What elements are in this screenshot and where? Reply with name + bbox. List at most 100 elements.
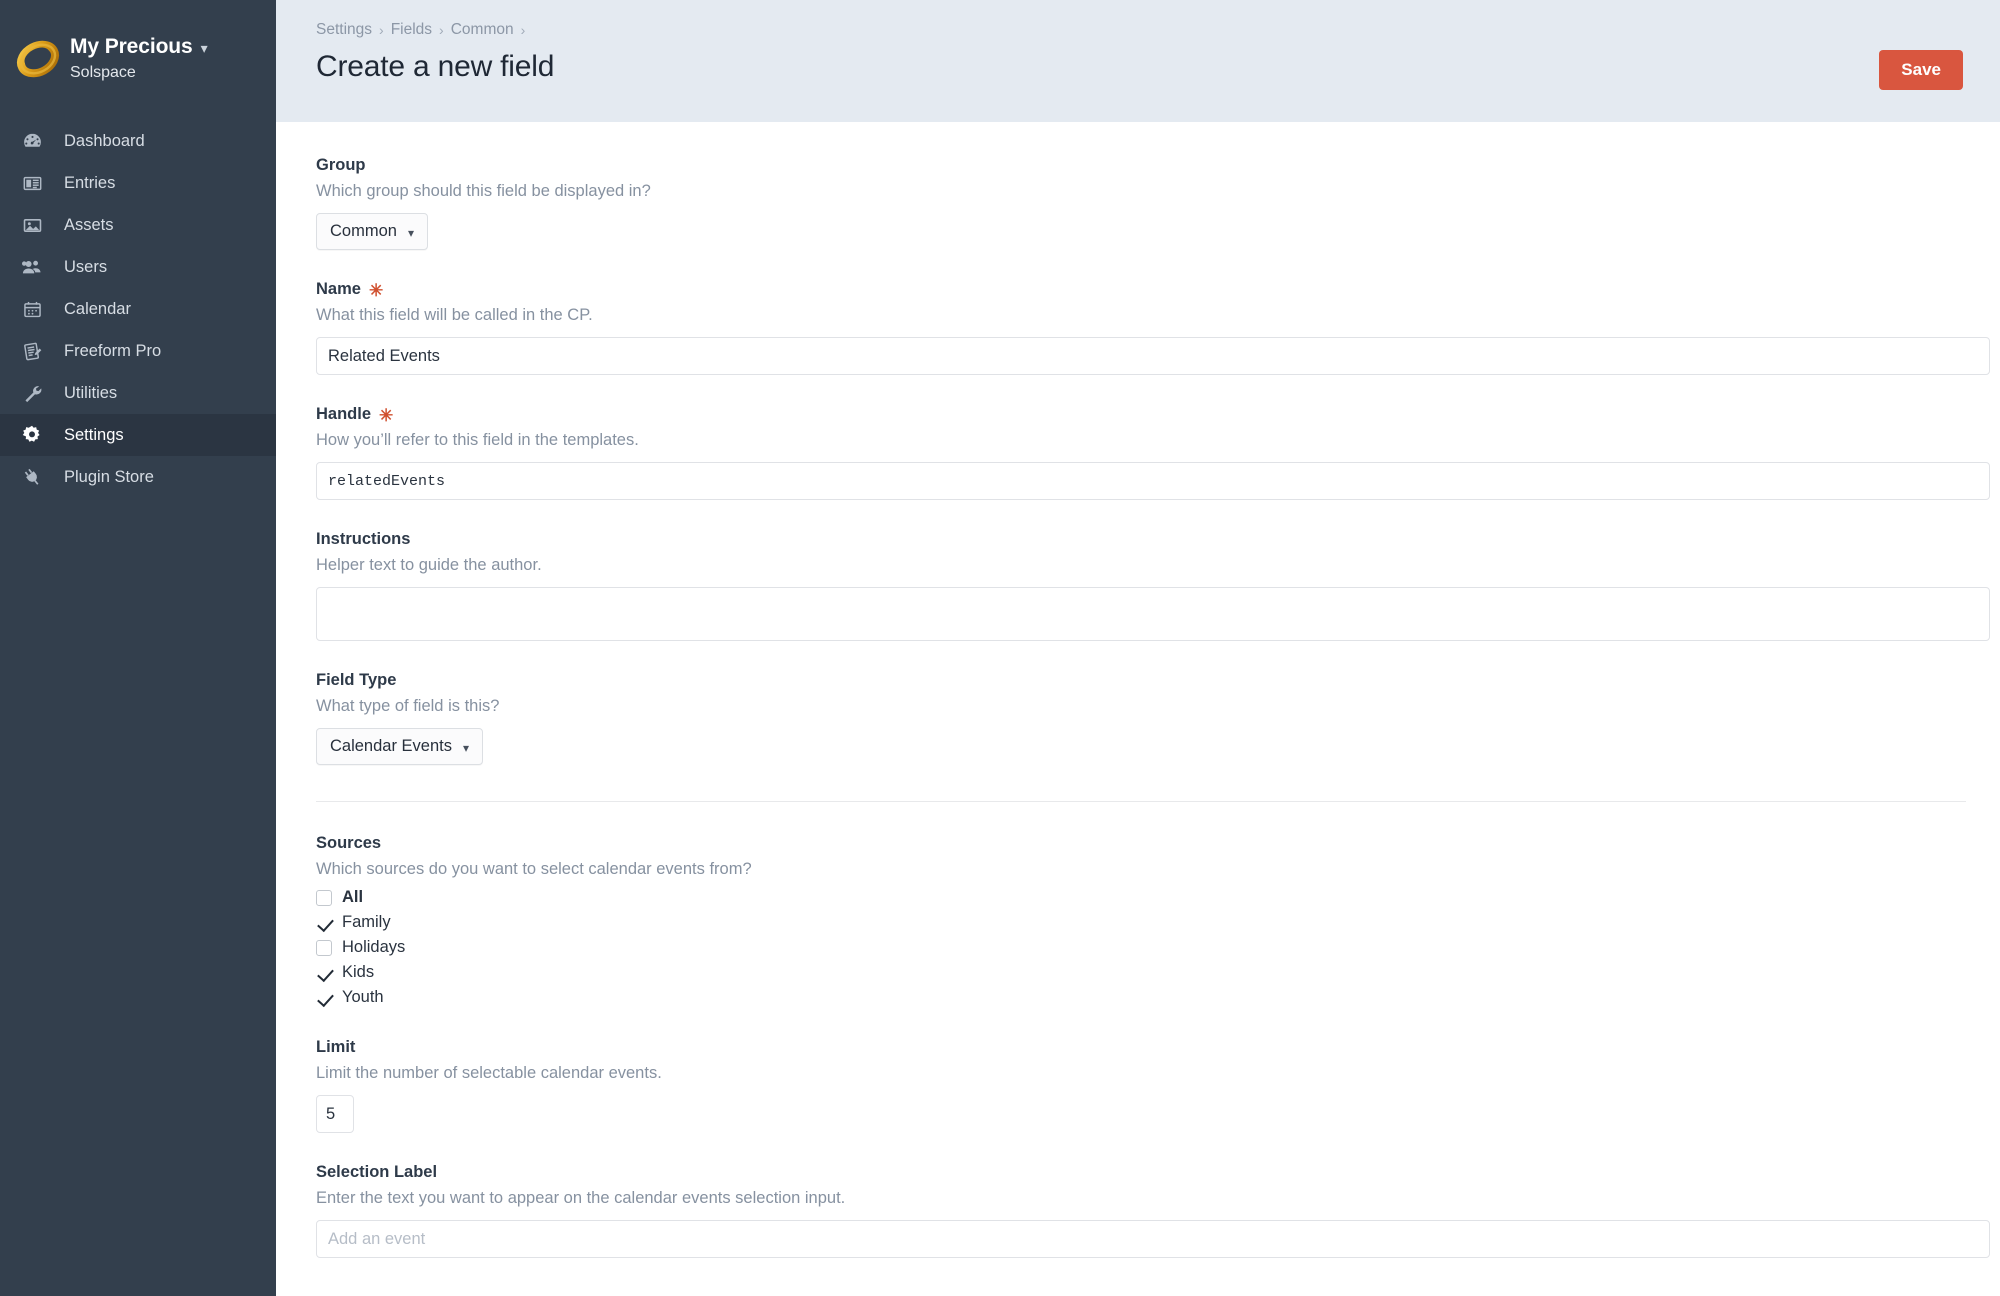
section-divider — [316, 801, 1966, 802]
main-content: Settings › Fields › Common › Create a ne… — [276, 0, 2000, 1296]
handle-instructions: How you’ll refer to this field in the te… — [316, 431, 639, 449]
sidebar-item-plugin-store[interactable]: Plugin Store — [0, 456, 276, 498]
breadcrumb-separator: › — [520, 22, 526, 38]
group-label: Group — [316, 156, 366, 174]
field-sources: Sources Which sources do you want to sel… — [316, 832, 1960, 1010]
group-select-value: Common — [330, 222, 397, 240]
gauge-icon — [14, 131, 50, 152]
image-icon — [14, 215, 50, 236]
source-option-all[interactable]: All — [316, 885, 1960, 910]
wrench-icon — [14, 383, 50, 404]
brand-header[interactable]: My Precious ▾ Solspace — [0, 26, 276, 92]
selection-label-input[interactable] — [316, 1220, 1990, 1258]
checkbox-unchecked-icon[interactable] — [316, 889, 332, 906]
selection-label-label: Selection Label — [316, 1163, 438, 1181]
source-option-youth[interactable]: Youth — [316, 985, 1960, 1010]
gold-ring-icon — [10, 31, 66, 87]
sidebar-item-utilities[interactable]: Utilities — [0, 372, 276, 414]
brand-title-row: My Precious ▾ — [70, 34, 208, 60]
gear-icon — [14, 424, 50, 446]
field-form: Group Which group should this field be d… — [276, 122, 2000, 1258]
instructions-hint: Helper text to guide the author. — [316, 556, 542, 574]
breadcrumb: Settings › Fields › Common › — [316, 20, 1960, 40]
checkbox-checked-icon[interactable] — [316, 965, 332, 981]
form-icon — [14, 341, 50, 362]
brand-text: My Precious ▾ Solspace — [66, 34, 208, 85]
name-input[interactable] — [316, 337, 1990, 375]
brand-subtitle: Solspace — [70, 63, 136, 81]
source-option-holidays[interactable]: Holidays — [316, 935, 1960, 960]
limit-label: Limit — [316, 1038, 356, 1056]
limit-input[interactable] — [316, 1095, 354, 1133]
field-handle: Handle ✳ How you’ll refer to this field … — [316, 403, 1990, 500]
app-root: My Precious ▾ Solspace Dashboard Entries… — [0, 0, 2000, 1296]
checkbox-checked-icon[interactable] — [316, 915, 332, 931]
name-instructions: What this field will be called in the CP… — [316, 306, 593, 324]
field-type-select[interactable]: Calendar Events ▾ — [316, 728, 484, 765]
field-instructions: Instructions Helper text to guide the au… — [316, 528, 1990, 641]
breadcrumb-item-settings[interactable]: Settings — [316, 20, 372, 40]
breadcrumb-item-common[interactable]: Common — [451, 20, 514, 40]
group-select[interactable]: Common ▾ — [316, 213, 428, 250]
handle-label-text: Handle — [316, 405, 372, 423]
sidebar-item-label: Utilities — [64, 383, 118, 402]
sidebar-item-label: Plugin Store — [64, 467, 154, 486]
source-option-label: All — [342, 888, 364, 907]
handle-label: Handle ✳ — [316, 403, 1960, 425]
sidebar-item-assets[interactable]: Assets — [0, 204, 276, 246]
name-label-text: Name — [316, 280, 361, 298]
sidebar-item-label: Calendar — [64, 299, 131, 318]
chevron-down-icon: ▾ — [407, 225, 414, 240]
checkbox-unchecked-icon[interactable] — [316, 939, 332, 956]
breadcrumb-separator: › — [439, 22, 444, 38]
sidebar-item-label: Users — [64, 257, 108, 276]
sidebar-item-label: Entries — [64, 173, 116, 192]
sidebar-item-freeform-pro[interactable]: Freeform Pro — [0, 330, 276, 372]
source-option-label: Holidays — [342, 938, 406, 957]
chevron-down-icon: ▾ — [463, 740, 470, 755]
field-type-label: Field Type — [316, 671, 397, 689]
users-icon — [14, 256, 50, 278]
instructions-label: Instructions — [316, 530, 411, 548]
sources-label: Sources — [316, 834, 382, 852]
source-option-kids[interactable]: Kids — [316, 960, 1960, 985]
group-instructions: Which group should this field be display… — [316, 182, 651, 200]
source-option-family[interactable]: Family — [316, 910, 1960, 935]
page-header: Settings › Fields › Common › Create a ne… — [276, 0, 2000, 122]
sidebar-item-label: Assets — [64, 215, 114, 234]
field-group: Group Which group should this field be d… — [316, 154, 1960, 250]
newspaper-icon — [14, 173, 50, 194]
page-title: Create a new field — [316, 50, 555, 83]
sidebar-nav: Dashboard Entries Assets Users Calendar … — [0, 120, 276, 498]
plug-icon — [14, 467, 50, 488]
brand-title: My Precious — [70, 34, 193, 58]
name-label: Name ✳ — [316, 278, 1960, 300]
source-option-label: Youth — [342, 988, 384, 1007]
breadcrumb-separator: › — [379, 22, 384, 38]
sidebar-item-calendar[interactable]: Calendar — [0, 288, 276, 330]
sidebar-item-dashboard[interactable]: Dashboard — [0, 120, 276, 162]
breadcrumb-item-fields[interactable]: Fields — [391, 20, 432, 40]
limit-instructions: Limit the number of selectable calendar … — [316, 1064, 662, 1082]
save-button[interactable]: Save — [1879, 50, 1963, 91]
field-type-select-value: Calendar Events — [330, 737, 452, 755]
sidebar-item-label: Dashboard — [64, 131, 145, 150]
sidebar-item-entries[interactable]: Entries — [0, 162, 276, 204]
field-selection-label: Selection Label Enter the text you want … — [316, 1161, 1990, 1258]
sidebar-item-label: Freeform Pro — [64, 341, 162, 360]
field-name: Name ✳ What this field will be called in… — [316, 278, 1990, 375]
sidebar: My Precious ▾ Solspace Dashboard Entries… — [0, 0, 276, 1296]
field-limit: Limit Limit the number of selectable cal… — [316, 1036, 1960, 1133]
sources-checkbox-list: All Family Holidays Kids Youth — [316, 885, 1960, 1010]
field-type: Field Type What type of field is this? C… — [316, 669, 1960, 765]
instructions-textarea[interactable] — [316, 587, 1990, 641]
sidebar-item-users[interactable]: Users — [0, 246, 276, 288]
sidebar-item-label: Settings — [64, 425, 124, 444]
sidebar-item-settings[interactable]: Settings — [0, 414, 276, 456]
chevron-down-icon[interactable]: ▾ — [201, 35, 208, 61]
checkbox-checked-icon[interactable] — [316, 990, 332, 1006]
source-option-label: Kids — [342, 963, 375, 982]
sources-instructions: Which sources do you want to select cale… — [316, 860, 752, 878]
field-type-instructions: What type of field is this? — [316, 697, 500, 715]
handle-input[interactable] — [316, 462, 1990, 500]
